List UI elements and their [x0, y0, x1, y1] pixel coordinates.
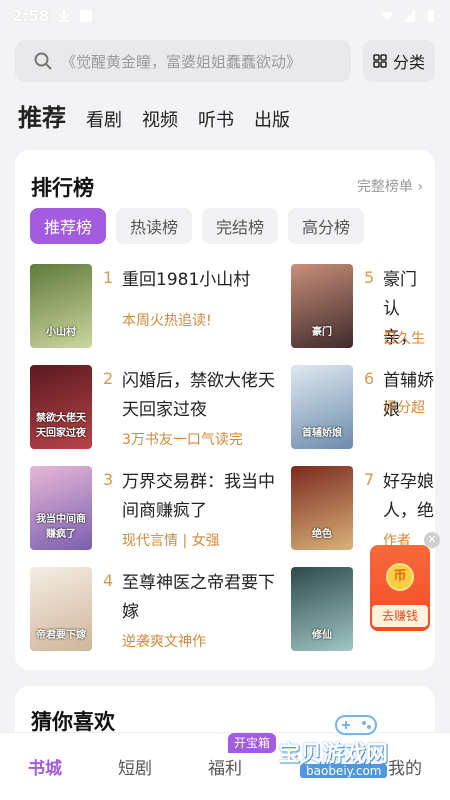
rank-number: 6	[364, 369, 375, 388]
earn-money-label: 去赚钱	[372, 605, 428, 627]
category-button[interactable]: 分类	[363, 40, 435, 82]
book-item[interactable]: 小山村 1 重回1981小山村 本周火热追读!	[30, 264, 270, 348]
treasure-box-badge: 开宝箱	[228, 733, 277, 753]
book-item[interactable]: 首辅娇娘 6 首辅娇娘 评分超	[291, 365, 435, 449]
tab-drama[interactable]: 看剧	[86, 106, 122, 132]
watermark-logo: 宝贝游戏网 baobeiy.com	[270, 708, 442, 784]
full-ranking-link[interactable]: 完整榜单 ›	[357, 176, 423, 196]
chevron-right-icon: ›	[417, 179, 423, 195]
nav-short-drama[interactable]: 短剧	[100, 754, 170, 779]
gamepad-icon	[335, 715, 377, 735]
book-cover: 首辅娇娘	[291, 365, 353, 449]
tab-publish[interactable]: 出版	[254, 106, 290, 132]
ranking-title: 排行榜	[31, 176, 94, 200]
book-cover: 帝君要下嫁	[30, 567, 92, 651]
book-cover: 禁欲大佬天天回家过夜	[30, 365, 92, 449]
book-tag: 3万书友一口气读完	[122, 432, 243, 448]
rank-number: 5	[364, 268, 375, 287]
book-title: 至尊神医之帝君要下嫁	[122, 573, 275, 622]
nav-welfare[interactable]: 福利	[190, 754, 260, 779]
book-item[interactable]: 帝君要下嫁 4 至尊神医之帝君要下嫁 逆袭爽文神作	[30, 567, 275, 651]
top-tabs: 推荐 看剧 视频 听书 出版	[18, 98, 290, 133]
book-title: 闪婚后，禁欲大佬天天回家过夜	[122, 371, 275, 420]
earn-money-widget[interactable]: ✕ 币 去赚钱	[370, 532, 440, 631]
tab-audiobook[interactable]: 听书	[198, 106, 234, 132]
book-item[interactable]: 禁欲大佬天天回家过夜 2 闪婚后，禁欲大佬天天回家过夜 3万书友一口气读完	[30, 365, 275, 449]
search-icon	[34, 52, 52, 70]
search-placeholder: 《觉醒黄金瞳，富婆姐姐蠢蠢欲动》	[61, 52, 302, 71]
signal-icon	[403, 10, 415, 22]
book-tag: 评分超	[383, 400, 425, 416]
book-tag: 本周火热追读!	[122, 313, 212, 329]
tab-recommend[interactable]: 推荐	[18, 98, 66, 133]
book-tag: 现代言情 | 女强	[122, 533, 220, 549]
wifi-icon	[381, 11, 393, 21]
nav-bookstore[interactable]: 书城	[10, 754, 80, 779]
book-cover: 绝色	[291, 466, 353, 550]
rank-number: 1	[103, 268, 114, 287]
notification-icon	[80, 10, 93, 22]
book-item[interactable]: 我当中间商赚疯了 3 万界交易群：我当中间商赚疯了 现代言情 | 女强	[30, 466, 275, 550]
book-item[interactable]: 绝色 7 好孕娘人，绝 作者	[291, 466, 435, 550]
watermark-url: baobeiy.com	[300, 764, 388, 778]
rank-number: 7	[364, 470, 375, 489]
full-ranking-label: 完整榜单	[356, 179, 413, 195]
pill-hot-rank[interactable]: 热读榜	[116, 208, 193, 244]
battery-icon	[428, 10, 434, 22]
grid-icon	[373, 54, 387, 68]
close-icon[interactable]: ✕	[424, 532, 440, 548]
search-row: 《觉醒黄金瞳，富婆姐姐蠢蠢欲动》 分类	[15, 40, 435, 82]
book-title: 好孕娘人，绝	[383, 472, 434, 521]
coin-icon: 币	[386, 563, 414, 591]
book-title: 重回1981小山村	[122, 270, 251, 290]
book-cover: 豪门	[291, 264, 353, 348]
rank-number: 3	[103, 470, 114, 489]
rank-number: 4	[103, 571, 114, 590]
pill-score-rank[interactable]: 高分榜	[288, 208, 365, 244]
book-cover: 我当中间商赚疯了	[30, 466, 92, 550]
book-title: 万界交易群：我当中间商赚疯了	[122, 472, 275, 521]
status-time: 2:58	[12, 7, 50, 25]
book-cover: 修仙	[291, 567, 353, 651]
search-input[interactable]: 《觉醒黄金瞳，富婆姐姐蠢蠢欲动》	[15, 40, 351, 82]
book-tag: 逆袭爽文神作	[122, 634, 206, 650]
ranking-pills: 推荐榜 热读榜 完结榜 高分榜	[30, 208, 365, 244]
status-bar: 2:58	[0, 0, 450, 32]
book-tag: 日久生	[383, 331, 425, 347]
pill-recommend-rank[interactable]: 推荐榜	[30, 208, 107, 244]
category-label: 分类	[392, 53, 425, 72]
rank-number: 2	[103, 369, 114, 388]
tab-video[interactable]: 视频	[142, 106, 178, 132]
download-icon	[59, 10, 70, 22]
pill-finished-rank[interactable]: 完结榜	[202, 208, 279, 244]
book-item[interactable]: 豪门 5 豪门认亲，真千金 日久生	[291, 264, 435, 348]
book-cover: 小山村	[30, 264, 92, 348]
